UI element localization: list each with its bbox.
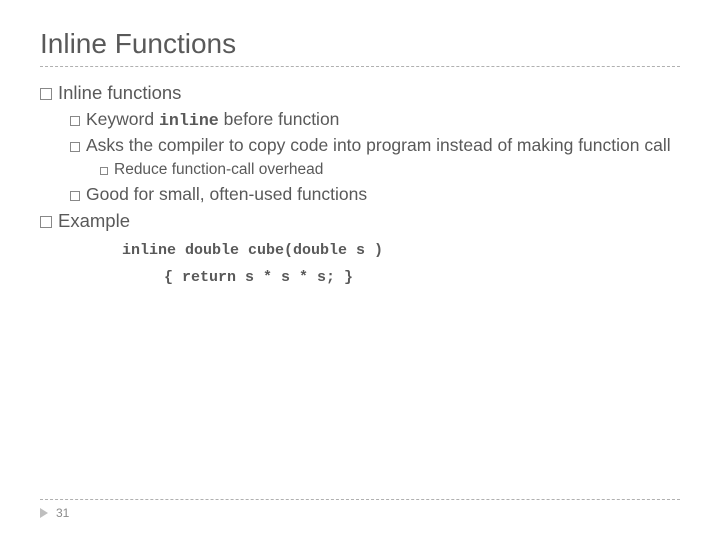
bullet-lvl2: Good for small, often-used functions	[70, 183, 680, 207]
bullet-lvl1: Inline functions	[40, 81, 680, 106]
bullet-text: Good for small, often-used functions	[86, 184, 367, 204]
inline-code: inline	[159, 111, 219, 130]
square-bullet-icon	[40, 216, 52, 228]
square-bullet-icon	[70, 116, 80, 126]
square-bullet-icon	[70, 142, 80, 152]
square-bullet-icon	[70, 191, 80, 201]
bullet-lvl3: Reduce function-call overhead	[100, 160, 680, 181]
bullet-text: Reduce function-call overhead	[114, 161, 323, 178]
bullet-text: Inline functions	[58, 82, 181, 103]
title-divider	[40, 66, 680, 67]
slide-title: Inline Functions	[40, 28, 680, 60]
code-block: { return s * s * s; }	[164, 263, 680, 288]
slide-footer: 31	[40, 499, 680, 520]
square-bullet-icon	[40, 88, 52, 100]
bullet-text: Example	[58, 210, 130, 231]
footer-divider	[40, 499, 680, 500]
square-bullet-icon	[100, 167, 108, 175]
bullet-lvl2: Asks the compiler to copy code into prog…	[70, 134, 680, 158]
code-line: inline double cube(double s )	[122, 242, 383, 259]
page-number: 31	[56, 506, 69, 520]
code-block: inline double cube(double s )	[122, 236, 680, 261]
bullet-lvl2: Keyword inline before function	[70, 108, 680, 132]
slide-content: Inline functions Keyword inline before f…	[40, 81, 680, 288]
bullet-lvl1: Example	[40, 209, 680, 234]
bullet-text: Keyword	[86, 109, 159, 129]
bullet-text: before function	[219, 109, 340, 129]
page-indicator: 31	[40, 506, 680, 520]
code-line: { return s * s * s; }	[164, 269, 353, 286]
arrow-right-icon	[40, 508, 48, 518]
bullet-text: Asks the compiler to copy code into prog…	[86, 135, 671, 155]
